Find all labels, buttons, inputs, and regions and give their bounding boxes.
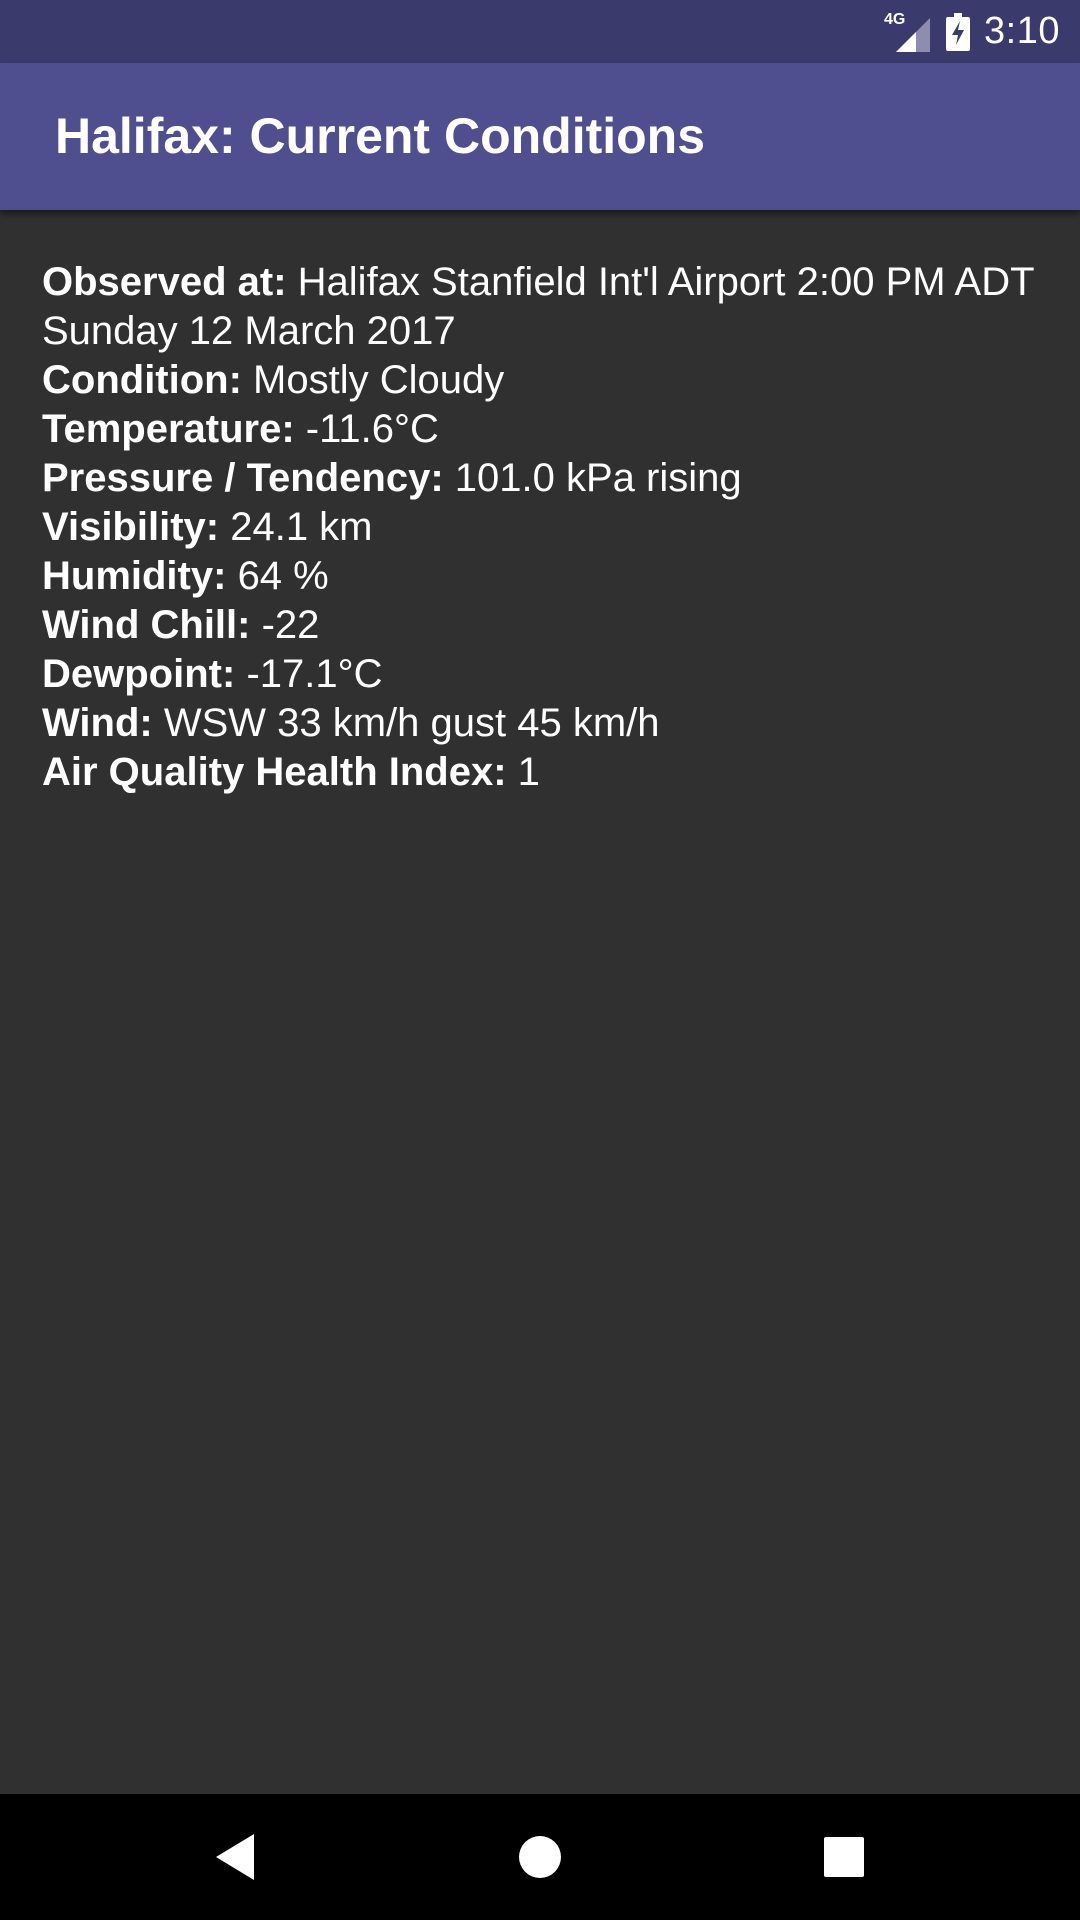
condition-row-observed: Observed at: Halifax Stanfield Int'l Air… [42,258,1042,356]
battery-charging-icon [946,12,971,51]
condition-row-aqhi: Air Quality Health Index: 1 [42,748,1042,797]
condition-row-wind: Wind: WSW 33 km/h gust 45 km/h [42,699,1042,748]
condition-label: Air Quality Health Index: [42,750,507,794]
home-icon [519,1836,561,1878]
condition-value: 101.0 kPa rising [454,456,742,500]
condition-label: Wind: [42,701,153,745]
app-bar: Halifax: Current Conditions [0,63,1080,210]
screen: 4G 3:10 Halifax: Current Conditions Obse… [0,0,1080,1920]
condition-label: Condition: [42,358,242,402]
navigation-bar [0,1794,1080,1920]
condition-label: Wind Chill: [42,603,251,647]
status-clock: 3:10 [984,10,1060,52]
condition-label: Visibility: [42,505,220,549]
condition-row-temperature: Temperature: -11.6°C [42,405,1042,454]
condition-value: -17.1°C [246,652,383,696]
condition-value: WSW 33 km/h gust 45 km/h [163,701,660,745]
condition-row-humidity: Humidity: 64 % [42,552,1042,601]
condition-label: Pressure / Tendency: [42,456,444,500]
condition-row-pressure: Pressure / Tendency: 101.0 kPa rising [42,454,1042,503]
condition-value: -22 [261,603,320,647]
back-button[interactable] [176,1794,296,1920]
condition-label: Temperature: [42,407,295,451]
condition-label: Dewpoint: [42,652,236,696]
signal-icon: 4G [884,11,932,52]
condition-value: 24.1 km [230,505,373,549]
condition-label: Observed at: [42,260,287,304]
conditions-list: Observed at: Halifax Stanfield Int'l Air… [42,258,1042,797]
condition-row-condition: Condition: Mostly Cloudy [42,356,1042,405]
recent-apps-icon [824,1837,864,1877]
back-icon [216,1834,254,1880]
condition-value: 64 % [237,554,329,598]
condition-row-visibility: Visibility: 24.1 km [42,503,1042,552]
status-bar: 4G 3:10 [0,0,1080,63]
condition-row-wind-chill: Wind Chill: -22 [42,601,1042,650]
condition-label: Humidity: [42,554,227,598]
page-title: Halifax: Current Conditions [55,108,706,164]
recent-apps-button[interactable] [784,1794,904,1920]
home-button[interactable] [480,1794,600,1920]
condition-value: Mostly Cloudy [253,358,505,402]
condition-value: -11.6°C [305,407,439,451]
status-icons: 4G 3:10 [884,0,1060,63]
condition-value: 1 [517,750,540,794]
condition-row-dewpoint: Dewpoint: -17.1°C [42,650,1042,699]
